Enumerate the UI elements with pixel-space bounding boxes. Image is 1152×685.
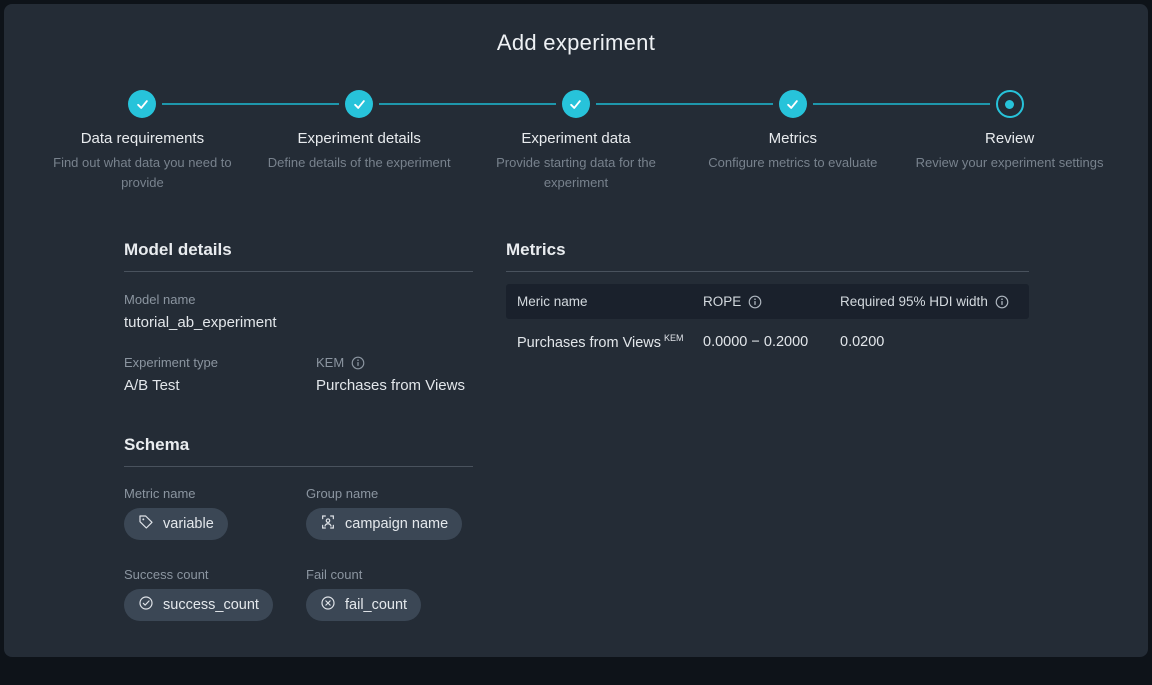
step-complete-check-icon xyxy=(128,90,156,118)
info-icon[interactable] xyxy=(995,295,1009,309)
model-name-value: tutorial_ab_experiment xyxy=(124,314,473,331)
step-label: Experiment details xyxy=(251,130,468,147)
wizard-stepper: Data requirements Find out what data you… xyxy=(4,90,1148,193)
model-name-label: Model name xyxy=(124,292,473,307)
chip-label: success_count xyxy=(163,597,259,613)
info-icon[interactable] xyxy=(748,295,762,309)
rope-cell: 0.0000 − 0.2000 xyxy=(703,334,840,350)
metric-name-chip: variable xyxy=(124,508,228,540)
schema-field-metric-name: Metric name variable xyxy=(124,486,306,540)
metrics-table-header: Meric name ROPE Required 95% HDI width xyxy=(506,284,1029,319)
fail-count-chip: fail_count xyxy=(306,589,421,621)
current-step-dot xyxy=(1005,100,1014,109)
schema-field-group-name: Group name campaign name xyxy=(306,486,473,540)
chip-label: variable xyxy=(163,516,214,532)
hdi-cell: 0.0200 xyxy=(840,334,1018,350)
tag-icon xyxy=(138,514,154,534)
schema-grid: Metric name variable Group name xyxy=(124,486,473,621)
schema-heading: Schema xyxy=(124,435,473,467)
group-focus-icon xyxy=(320,514,336,534)
schema-field-success-count: Success count success_count xyxy=(124,567,306,621)
step-description: Configure metrics to evaluate xyxy=(693,153,893,173)
kem-superscript: KEM xyxy=(664,333,684,343)
experiment-type-block: Experiment type A/B Test xyxy=(124,355,316,394)
info-icon[interactable] xyxy=(351,356,365,370)
schema-section: Schema Metric name variable Group name xyxy=(124,435,473,621)
metrics-table-row: Purchases from ViewsKEM 0.0000 − 0.2000 … xyxy=(506,319,1029,365)
chip-label: campaign name xyxy=(345,516,448,532)
column-label: ROPE xyxy=(703,294,741,309)
step-label: Experiment data xyxy=(468,130,685,147)
model-name-block: Model name tutorial_ab_experiment xyxy=(124,292,473,331)
step-experiment-details[interactable]: Experiment details Define details of the… xyxy=(251,90,468,193)
step-data-requirements[interactable]: Data requirements Find out what data you… xyxy=(34,90,251,193)
column-label: Meric name xyxy=(517,294,588,309)
x-circle-icon xyxy=(320,595,336,615)
schema-field-label: Group name xyxy=(306,486,473,501)
check-circle-icon xyxy=(138,595,154,615)
step-description: Provide starting data for the experiment xyxy=(476,153,676,193)
experiment-type-value: A/B Test xyxy=(124,377,316,394)
step-label: Review xyxy=(901,130,1118,147)
column-metric-name: Meric name xyxy=(517,294,703,309)
step-description: Define details of the experiment xyxy=(259,153,459,173)
model-details-column: Model details Model name tutorial_ab_exp… xyxy=(124,240,473,621)
column-hdi-width: Required 95% HDI width xyxy=(840,294,1018,309)
step-description: Find out what data you need to provide xyxy=(42,153,242,193)
column-label: Required 95% HDI width xyxy=(840,294,988,309)
schema-field-label: Success count xyxy=(124,567,306,582)
model-details-heading: Model details xyxy=(124,240,473,272)
chip-label: fail_count xyxy=(345,597,407,613)
step-current-icon xyxy=(996,90,1024,118)
step-label: Metrics xyxy=(684,130,901,147)
metric-name-cell: Purchases from ViewsKEM xyxy=(517,333,703,351)
step-metrics[interactable]: Metrics Configure metrics to evaluate xyxy=(684,90,901,193)
review-content: Model details Model name tutorial_ab_exp… xyxy=(4,193,1148,621)
kem-block: KEM Purchases from Views xyxy=(316,355,473,394)
step-experiment-data[interactable]: Experiment data Provide starting data fo… xyxy=(468,90,685,193)
schema-field-label: Fail count xyxy=(306,567,473,582)
experiment-type-row: Experiment type A/B Test KEM Purchases f… xyxy=(124,355,473,394)
column-rope: ROPE xyxy=(703,294,840,309)
step-complete-check-icon xyxy=(779,90,807,118)
metric-name: Purchases from Views xyxy=(517,335,661,351)
step-review[interactable]: Review Review your experiment settings xyxy=(901,90,1118,193)
kem-value: Purchases from Views xyxy=(316,377,473,394)
schema-field-fail-count: Fail count fail_count xyxy=(306,567,473,621)
kem-label: KEM xyxy=(316,355,344,370)
experiment-type-label: Experiment type xyxy=(124,355,316,370)
metrics-column: Metrics Meric name ROPE Required 95% HDI… xyxy=(506,240,1029,621)
page-title: Add experiment xyxy=(4,4,1148,56)
success-count-chip: success_count xyxy=(124,589,273,621)
metrics-heading: Metrics xyxy=(506,240,1029,272)
add-experiment-dialog: Add experiment Data requirements Find ou… xyxy=(4,4,1148,657)
step-complete-check-icon xyxy=(562,90,590,118)
schema-field-label: Metric name xyxy=(124,486,306,501)
step-complete-check-icon xyxy=(345,90,373,118)
step-description: Review your experiment settings xyxy=(910,153,1110,173)
step-label: Data requirements xyxy=(34,130,251,147)
group-name-chip: campaign name xyxy=(306,508,462,540)
